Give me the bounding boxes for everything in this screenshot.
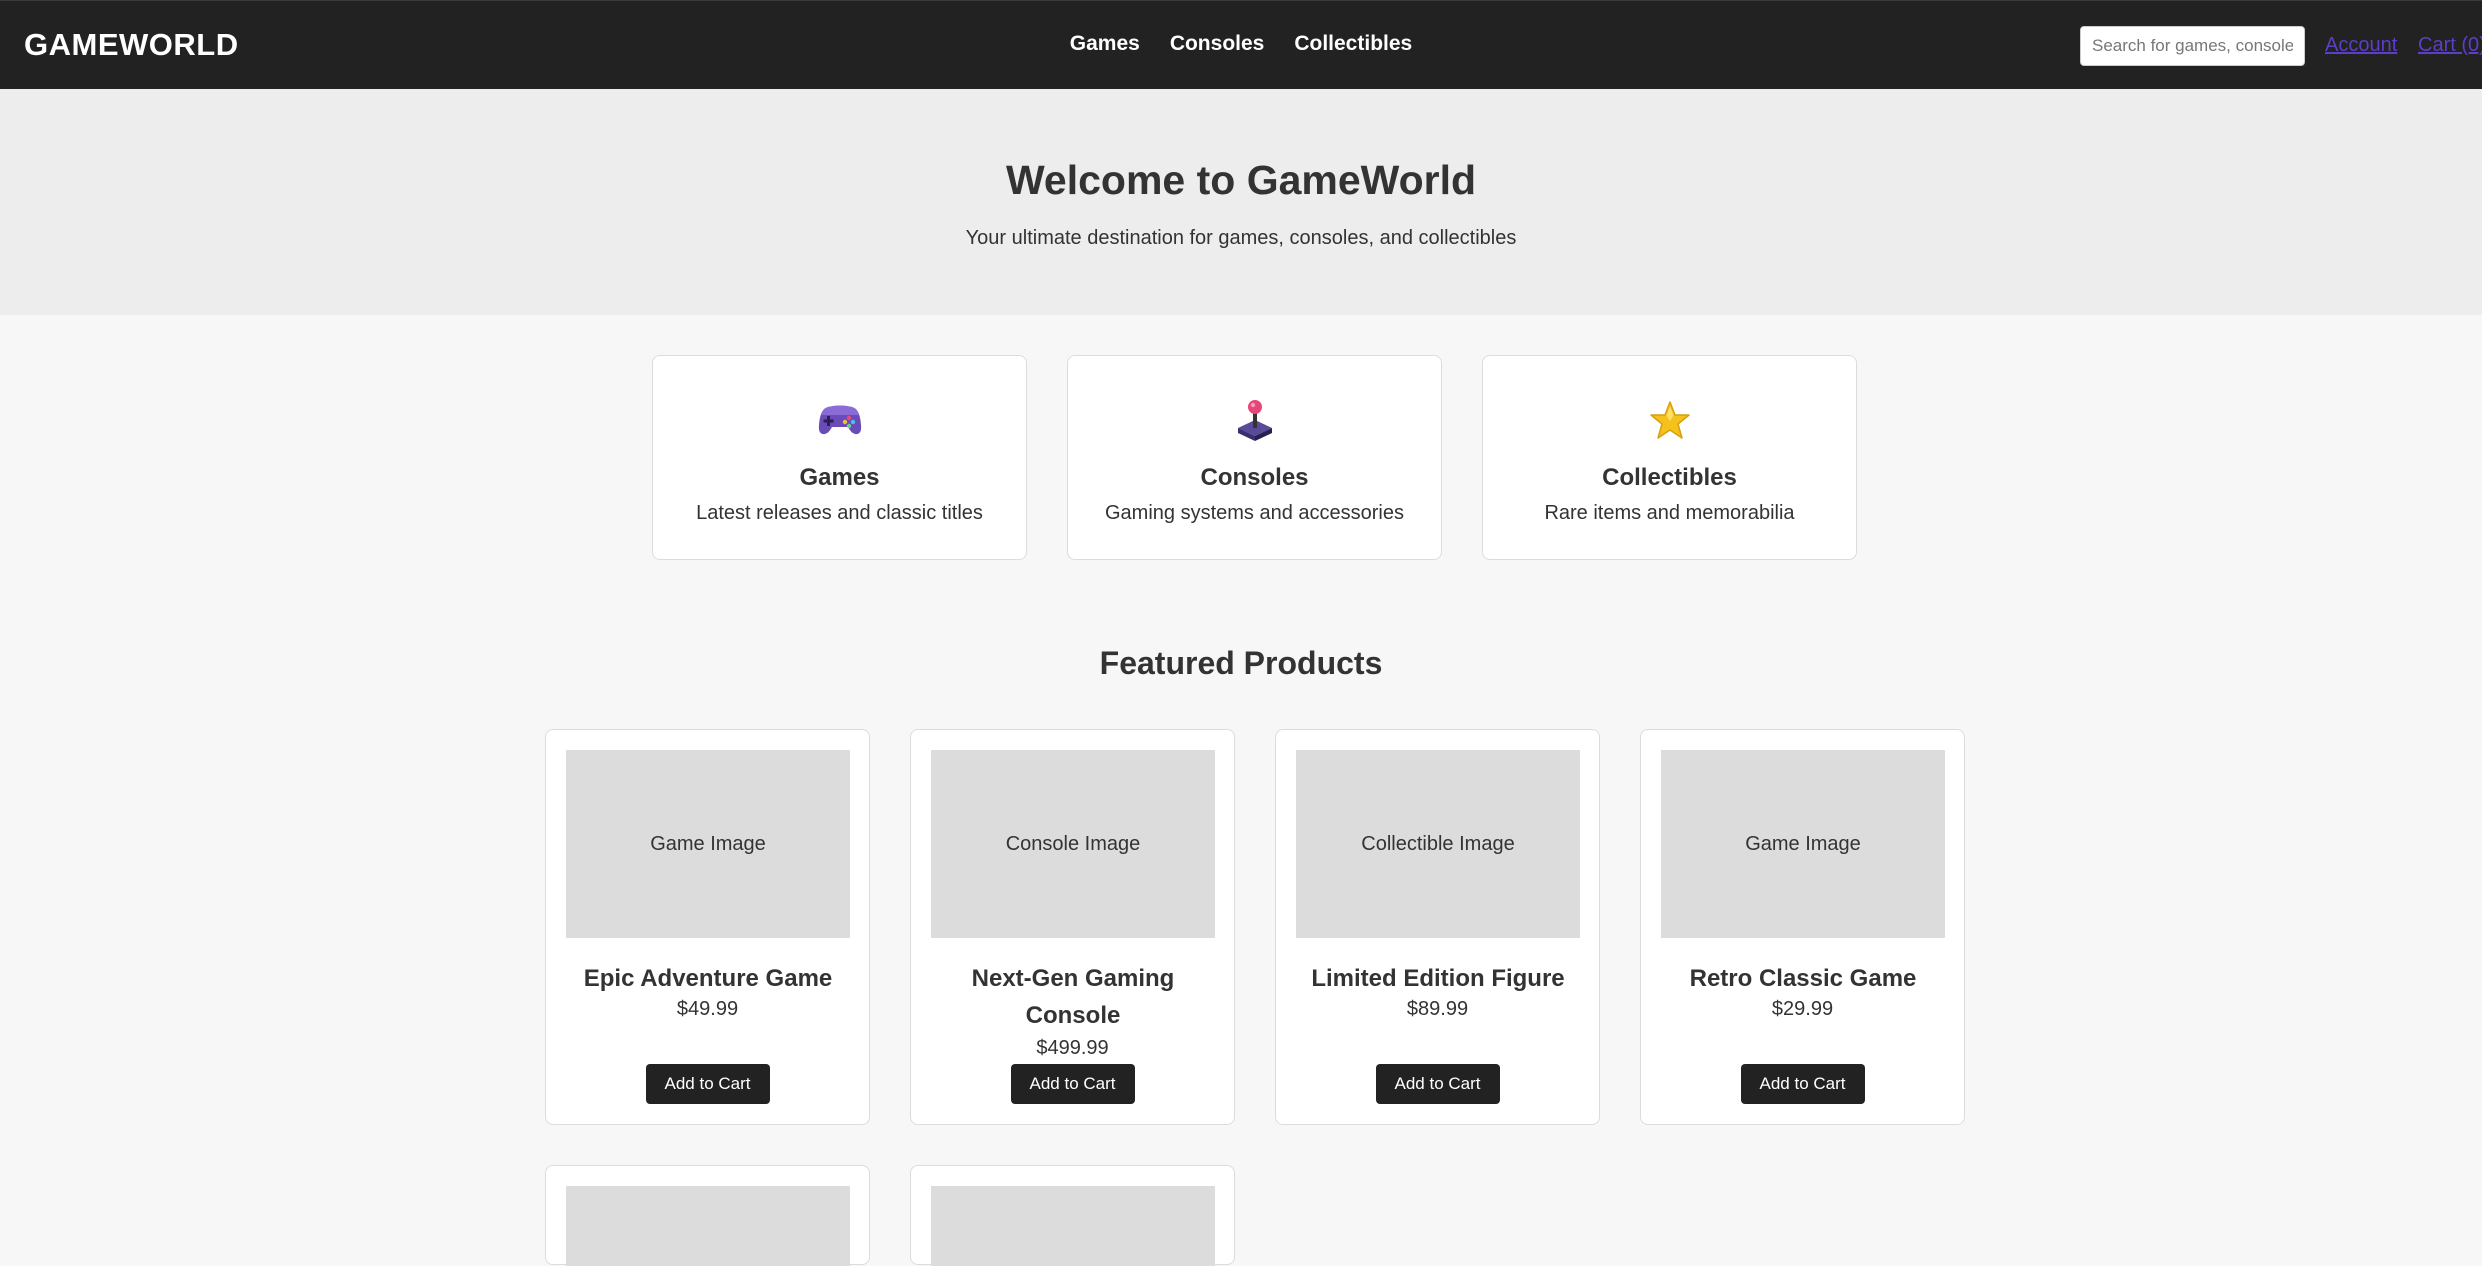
nav-link-games[interactable]: Games — [1070, 32, 1140, 56]
product-card: Game Image Epic Adventure Game $49.99 Ad… — [545, 729, 870, 1125]
product-card-partial — [910, 1165, 1235, 1266]
product-price: $49.99 — [676, 998, 739, 1020]
hero-banner: Welcome to GameWorld Your ultimate desti… — [0, 89, 2482, 315]
add-to-cart-button[interactable]: Add to Cart — [1375, 1064, 1500, 1104]
product-card-partial — [545, 1165, 870, 1266]
category-description: Rare items and memorabilia — [1544, 502, 1795, 524]
star-icon — [1483, 398, 1856, 442]
add-to-cart-button[interactable]: Add to Cart — [1010, 1064, 1135, 1104]
cart-link[interactable]: Cart (0) — [2418, 34, 2482, 57]
add-to-cart-button[interactable]: Add to Cart — [1740, 1064, 1865, 1104]
category-card-games[interactable]: Games Latest releases and classic titles — [652, 355, 1027, 560]
nav-link-collectibles[interactable]: Collectibles — [1294, 32, 1412, 56]
product-card: Game Image Retro Classic Game $29.99 Add… — [1640, 729, 1965, 1125]
product-image[interactable]: Game Image — [566, 750, 850, 938]
account-link[interactable]: Account — [2325, 34, 2397, 57]
featured-products-title: Featured Products — [1099, 645, 1383, 681]
product-card: Collectible Image Limited Edition Figure… — [1275, 729, 1600, 1125]
category-description: Gaming systems and accessories — [1104, 502, 1404, 524]
search-input[interactable] — [2080, 26, 2305, 66]
category-card-collectibles[interactable]: Collectibles Rare items and memorabilia — [1482, 355, 1857, 560]
category-description: Latest releases and classic titles — [696, 502, 983, 524]
product-name[interactable]: Limited Edition Figure — [1296, 960, 1580, 997]
add-to-cart-button[interactable]: Add to Cart — [645, 1064, 770, 1104]
hero-title: Welcome to GameWorld — [1005, 157, 1477, 203]
product-price: $29.99 — [1771, 998, 1834, 1020]
product-price: $499.99 — [1036, 1037, 1109, 1059]
product-image[interactable]: Console Image — [931, 750, 1215, 938]
site-header: GAMEWORLD Games Consoles Collectibles Ac… — [0, 0, 2482, 89]
product-card: Console Image Next-Gen Gaming Console $4… — [910, 729, 1235, 1125]
product-image[interactable]: Collectible Image — [1296, 750, 1580, 938]
category-card-consoles[interactable]: Consoles Gaming systems and accessories — [1067, 355, 1442, 560]
product-image[interactable] — [931, 1186, 1215, 1266]
category-list: Games Latest releases and classic titles… — [652, 355, 1857, 560]
joystick-icon — [1068, 398, 1441, 442]
product-price: $89.99 — [1406, 998, 1469, 1020]
category-title: Collectibles — [1602, 464, 1737, 491]
product-name[interactable]: Retro Classic Game — [1661, 960, 1945, 997]
product-name[interactable]: Next-Gen Gaming Console — [931, 960, 1215, 1034]
product-image[interactable]: Game Image — [1661, 750, 1945, 938]
product-name[interactable]: Epic Adventure Game — [566, 960, 850, 997]
hero-subtitle: Your ultimate destination for games, con… — [965, 227, 1517, 249]
nav-link-consoles[interactable]: Consoles — [1170, 32, 1265, 56]
game-controller-icon — [653, 398, 1026, 442]
product-image[interactable] — [566, 1186, 850, 1266]
category-title: Games — [799, 464, 880, 491]
category-title: Consoles — [1200, 464, 1309, 491]
